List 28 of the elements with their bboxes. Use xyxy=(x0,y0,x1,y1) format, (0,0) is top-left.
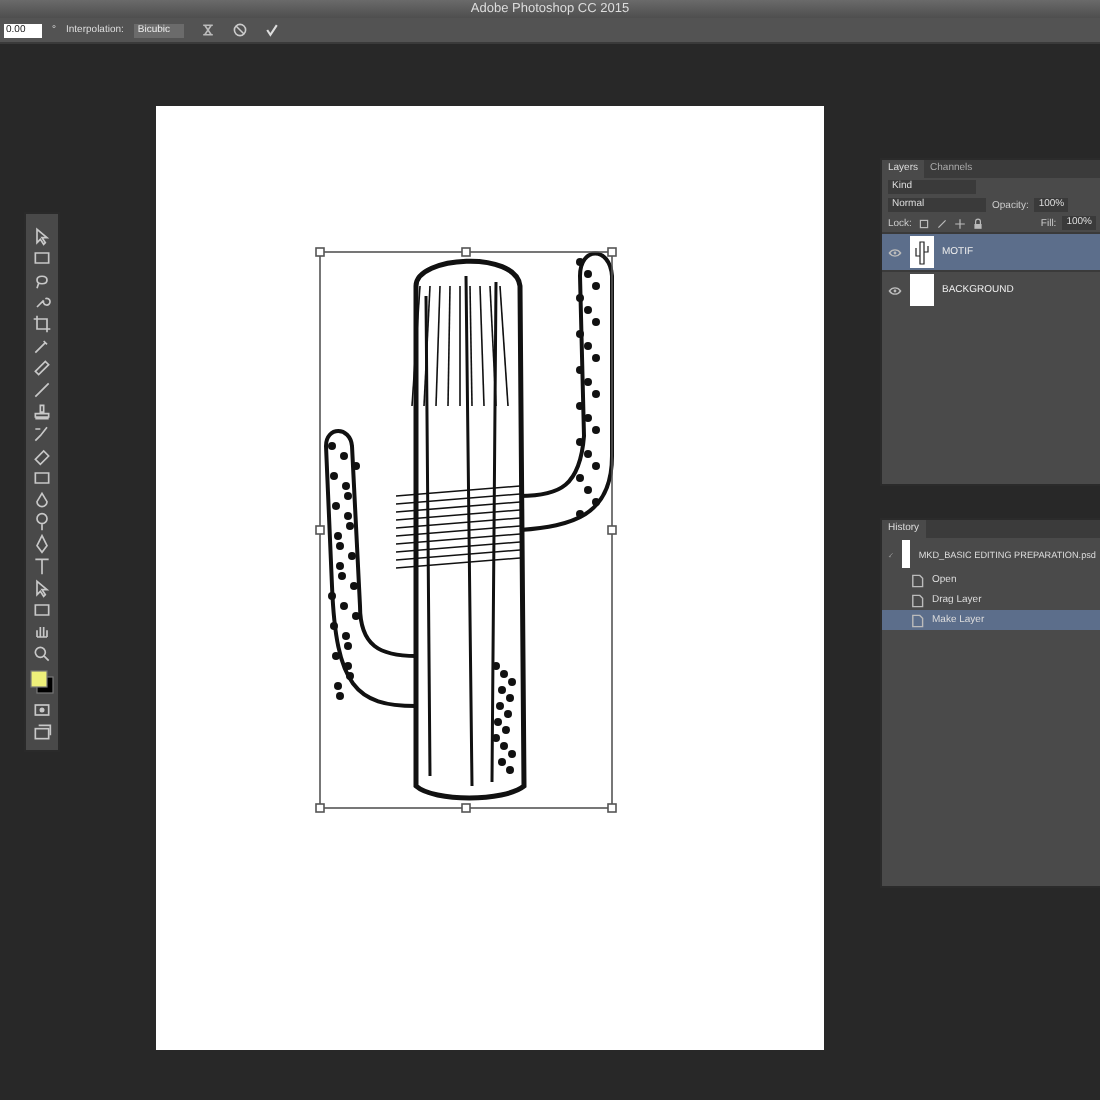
eye-icon[interactable] xyxy=(888,283,902,297)
lock-pixels-icon[interactable] xyxy=(917,217,930,229)
commit-icon[interactable] xyxy=(264,22,281,38)
lock-icon[interactable] xyxy=(971,217,984,229)
type-icon[interactable] xyxy=(32,556,52,576)
eye-icon[interactable] xyxy=(888,245,902,259)
eyedropper-icon[interactable] xyxy=(32,336,52,356)
quick-mask-icon[interactable] xyxy=(32,700,52,720)
drop-icon[interactable] xyxy=(32,490,52,510)
stamp-icon[interactable] xyxy=(32,402,52,422)
brush-icon[interactable] xyxy=(935,217,948,229)
crop-icon[interactable] xyxy=(32,314,52,334)
marquee-icon[interactable] xyxy=(32,248,52,268)
screen-mode-icon[interactable] xyxy=(32,722,52,742)
eraser-icon[interactable] xyxy=(32,446,52,466)
rectangle-icon[interactable] xyxy=(32,600,52,620)
lasso-icon[interactable] xyxy=(32,270,52,290)
hand-icon[interactable] xyxy=(32,622,52,642)
move-icon[interactable] xyxy=(953,217,966,229)
snapshot-thumbnail xyxy=(901,540,911,568)
layer-thumbnail xyxy=(910,236,934,268)
zoom-icon[interactable] xyxy=(32,644,52,664)
move-icon[interactable] xyxy=(32,226,52,246)
layer-thumbnail xyxy=(910,274,934,306)
brush-icon[interactable] xyxy=(32,380,52,400)
cancel-icon[interactable] xyxy=(232,22,249,38)
arrow-icon[interactable] xyxy=(32,578,52,598)
color-swatches-icon[interactable] xyxy=(30,670,54,694)
